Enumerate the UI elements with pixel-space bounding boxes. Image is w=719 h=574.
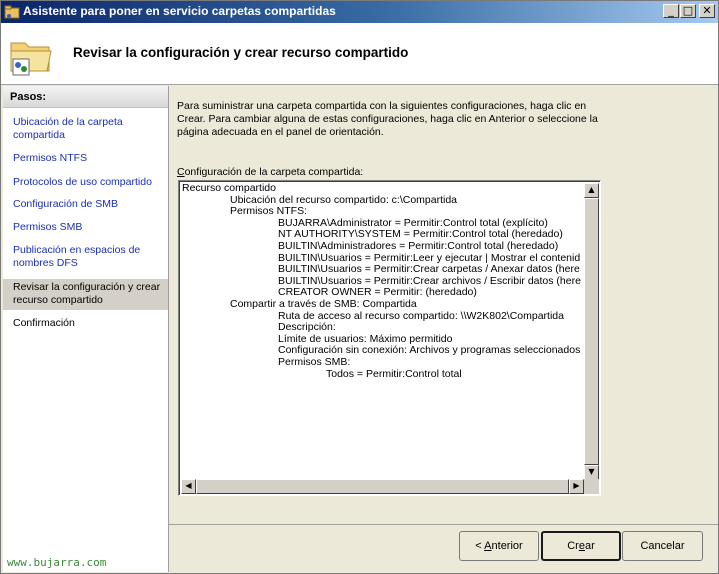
config-label: Configuración de la carpeta compartida: <box>177 166 363 178</box>
step-protocolos[interactable]: Protocolos de uso compartido <box>3 176 168 189</box>
step-configuracion-smb[interactable]: Configuración de SMB <box>3 198 168 211</box>
config-line: Descripción: <box>278 321 336 334</box>
share-wizard-icon <box>4 4 20 20</box>
config-line: Configuración sin conexión: Archivos y p… <box>278 344 581 357</box>
footer-divider <box>169 524 718 525</box>
wizard-window: Asistente para poner en servicio carpeta… <box>0 0 719 574</box>
intro-text: Para suministrar una carpeta compartida … <box>177 100 598 138</box>
config-line: Permisos SMB: <box>278 355 351 368</box>
config-text[interactable]: Recurso compartido Ubicación del recurso … <box>181 183 582 480</box>
back-rest: nterior <box>491 540 523 552</box>
config-textbox[interactable]: Recurso compartido Ubicación del recurso … <box>178 180 601 496</box>
scroll-right-arrow-icon[interactable]: ▶ <box>569 479 584 494</box>
page-title: Revisar la configuración y crear recurso… <box>73 45 409 60</box>
vertical-scrollbar[interactable]: ▲ ▼ <box>584 183 599 480</box>
scroll-left-arrow-icon[interactable]: ◀ <box>181 479 196 494</box>
create-rest: ar <box>584 540 595 552</box>
scroll-up-arrow-icon[interactable]: ▲ <box>584 183 599 198</box>
step-confirmacion: Confirmación <box>13 317 75 329</box>
config-label-accesskey: C <box>177 166 185 178</box>
config-line: Recurso compartido <box>182 183 276 194</box>
main-content: Para suministrar una carpeta compartida … <box>169 86 718 524</box>
steps-title: Pasos: <box>3 86 168 108</box>
title-bar[interactable]: Asistente para poner en servicio carpeta… <box>1 1 718 23</box>
steps-panel: Pasos: Ubicación de la carpeta compartid… <box>3 86 169 572</box>
wizard-header: Revisar la configuración y crear recurso… <box>1 23 718 85</box>
watermark: www.bujarra.com <box>7 556 107 569</box>
config-line: Ruta de acceso al recurso compartido: \\… <box>278 309 564 322</box>
window-title: Asistente para poner en servicio carpeta… <box>23 4 336 18</box>
horizontal-scroll-thumb[interactable] <box>196 479 569 494</box>
step-permisos-smb[interactable]: Permisos SMB <box>3 221 168 234</box>
maximize-button[interactable]: □ <box>680 4 696 18</box>
step-revisar-current[interactable]: Revisar la configuración y crear recurso… <box>3 279 168 310</box>
step-publicacion-dfs[interactable]: Publicación en espacios de nombres DFS <box>3 244 168 270</box>
vertical-scroll-thumb[interactable] <box>584 198 599 465</box>
scrollbar-corner <box>584 479 599 494</box>
back-button[interactable]: < Anterior <box>459 531 539 561</box>
config-line: Todos = Permitir:Control total <box>326 367 462 380</box>
cancel-button[interactable]: Cancelar <box>622 531 703 561</box>
horizontal-scrollbar[interactable]: ◀ ▶ <box>181 479 584 494</box>
shared-folder-icon <box>7 31 55 79</box>
back-accesskey: A <box>484 540 492 552</box>
config-line: BUILTIN\Administradores = Permitir:Contr… <box>278 239 559 252</box>
create-button[interactable]: Crear <box>541 531 621 561</box>
back-prefix: < <box>475 540 485 552</box>
create-prefix: Cr <box>567 540 579 552</box>
config-label-rest: onfiguración de la carpeta compartida: <box>184 166 364 178</box>
step-permisos-ntfs[interactable]: Permisos NTFS <box>3 152 168 165</box>
step-ubicacion[interactable]: Ubicación de la carpeta compartida <box>3 116 168 142</box>
config-line: Compartir a través de SMB: Compartida <box>230 297 417 310</box>
config-line: BUILTIN\Usuarios = Permitir:Crear carpet… <box>278 263 580 276</box>
close-button[interactable]: ✕ <box>699 4 715 18</box>
minimize-button[interactable]: _ <box>663 4 679 18</box>
scroll-down-arrow-icon[interactable]: ▼ <box>584 465 599 480</box>
